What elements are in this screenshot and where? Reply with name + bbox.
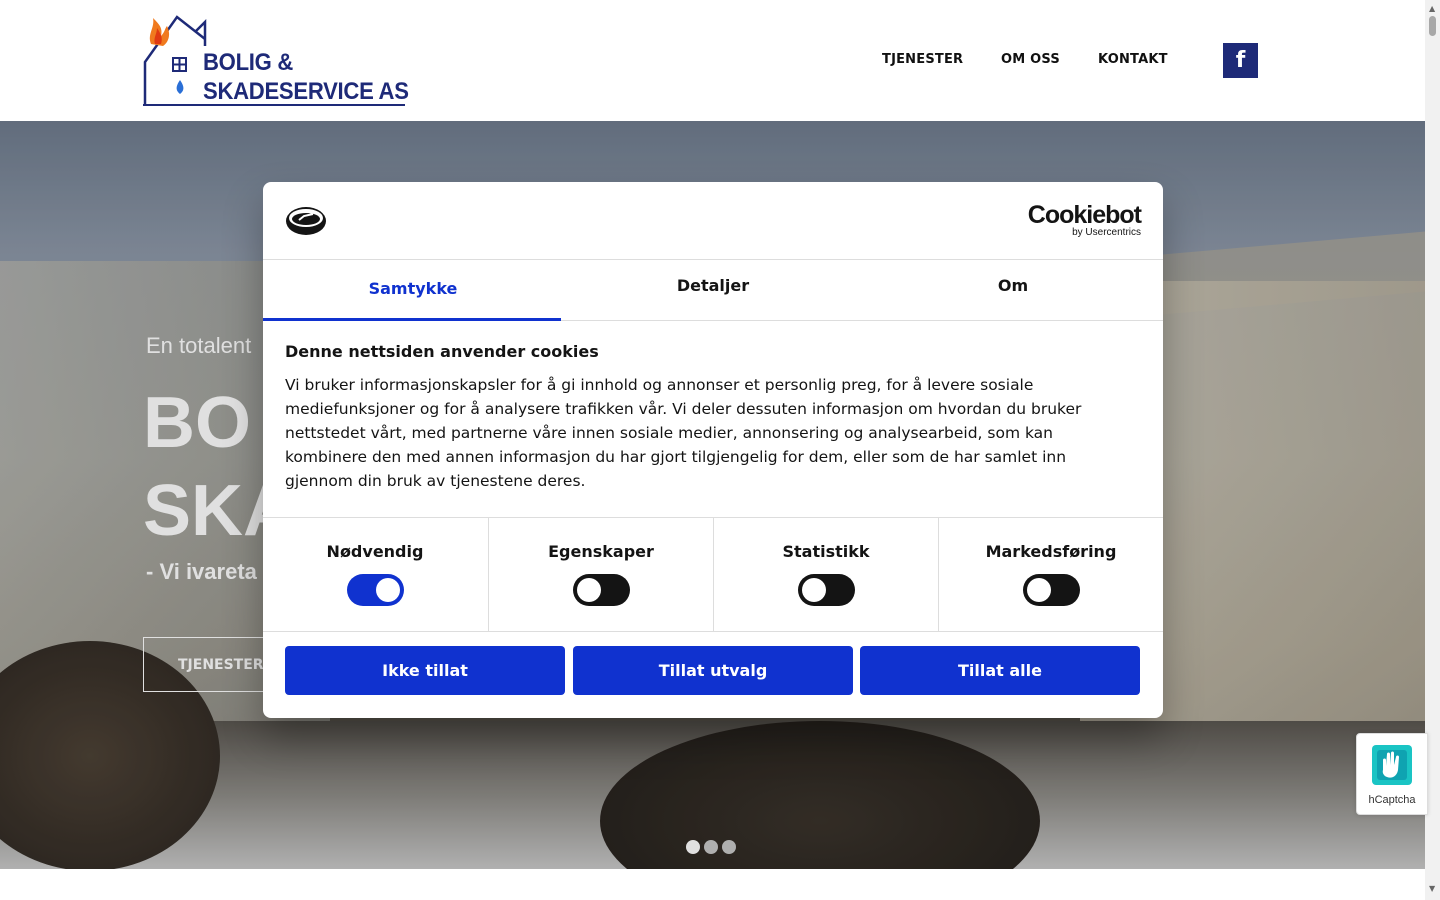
nav-om-oss[interactable]: OM OSS bbox=[1001, 52, 1060, 67]
toggle-switch-egenskaper[interactable] bbox=[572, 574, 630, 606]
toggle-switch-nodvendig[interactable] bbox=[346, 574, 404, 606]
toggle-label: Egenskaper bbox=[548, 542, 654, 561]
scroll-up-arrow-icon[interactable]: ▲ bbox=[1429, 4, 1435, 13]
toggle-egenskaper: Egenskaper bbox=[488, 518, 713, 631]
toggle-knob bbox=[801, 578, 826, 602]
hcaptcha-icon bbox=[1372, 745, 1412, 785]
hcaptcha-badge[interactable]: hCaptcha bbox=[1356, 733, 1428, 815]
cookie-logo-icon bbox=[286, 207, 326, 235]
toggle-label: Nødvendig bbox=[326, 542, 424, 561]
toggle-label: Markedsføring bbox=[985, 542, 1117, 561]
toggle-switch-statistikk[interactable] bbox=[797, 574, 855, 606]
toggle-knob bbox=[375, 578, 400, 602]
allow-selection-button[interactable]: Tillat utvalg bbox=[573, 646, 853, 695]
toggle-switch-markedsforing[interactable] bbox=[1022, 574, 1080, 606]
cookiebot-brand: Cookiebot bbox=[1027, 201, 1142, 229]
cookiebot-brand-sub: by Usercentrics bbox=[1072, 227, 1141, 238]
dialog-body: Denne nettsiden anvender cookies Vi bruk… bbox=[285, 342, 1135, 493]
toggle-nodvendig: Nødvendig bbox=[263, 518, 487, 631]
allow-all-button[interactable]: Tillat alle bbox=[860, 646, 1140, 695]
tab-om[interactable]: Om bbox=[863, 260, 1163, 320]
hcaptcha-label: hCaptcha bbox=[1368, 794, 1416, 806]
tab-detaljer[interactable]: Detaljer bbox=[563, 260, 863, 320]
nav-kontakt[interactable]: KONTAKT bbox=[1098, 52, 1168, 67]
cookie-consent-dialog: Cookiebot by Usercentrics Samtykke Detal… bbox=[263, 182, 1163, 718]
consent-toggles: Nødvendig Egenskaper Statistikk Markedsf… bbox=[263, 517, 1163, 632]
toggle-label: Statistikk bbox=[782, 542, 870, 561]
toggle-knob bbox=[576, 578, 601, 602]
dialog-tabs: Samtykke Detaljer Om bbox=[263, 260, 1163, 321]
facebook-icon[interactable]: f bbox=[1223, 43, 1258, 78]
logo-underline bbox=[143, 104, 405, 106]
toggle-statistikk: Statistikk bbox=[713, 518, 938, 631]
logo-line-1: BOLIG & bbox=[203, 49, 294, 76]
toggle-knob bbox=[1026, 578, 1051, 602]
dialog-description: Vi bruker informasjonskapsler for å gi i… bbox=[285, 376, 1082, 490]
cookiebot-logo[interactable]: Cookiebot by Usercentrics bbox=[1027, 201, 1142, 238]
nav-tjenester[interactable]: TJENESTER bbox=[882, 52, 963, 67]
company-logo[interactable]: BOLIG & SKADESERVICE AS bbox=[143, 14, 409, 108]
deny-button[interactable]: Ikke tillat bbox=[285, 646, 565, 695]
site-header: BOLIG & SKADESERVICE AS TJENESTER OM OSS… bbox=[0, 0, 1425, 121]
tab-samtykke[interactable]: Samtykke bbox=[263, 260, 563, 321]
logo-line-2: SKADESERVICE AS bbox=[203, 78, 409, 105]
dialog-heading: Denne nettsiden anvender cookies bbox=[285, 342, 599, 361]
logo-text: BOLIG & SKADESERVICE AS bbox=[203, 48, 409, 106]
scroll-down-arrow-icon[interactable]: ▼ bbox=[1429, 884, 1435, 893]
scroll-thumb[interactable] bbox=[1429, 16, 1436, 36]
dialog-header: Cookiebot by Usercentrics bbox=[263, 182, 1163, 260]
toggle-markedsforing: Markedsføring bbox=[938, 518, 1163, 631]
